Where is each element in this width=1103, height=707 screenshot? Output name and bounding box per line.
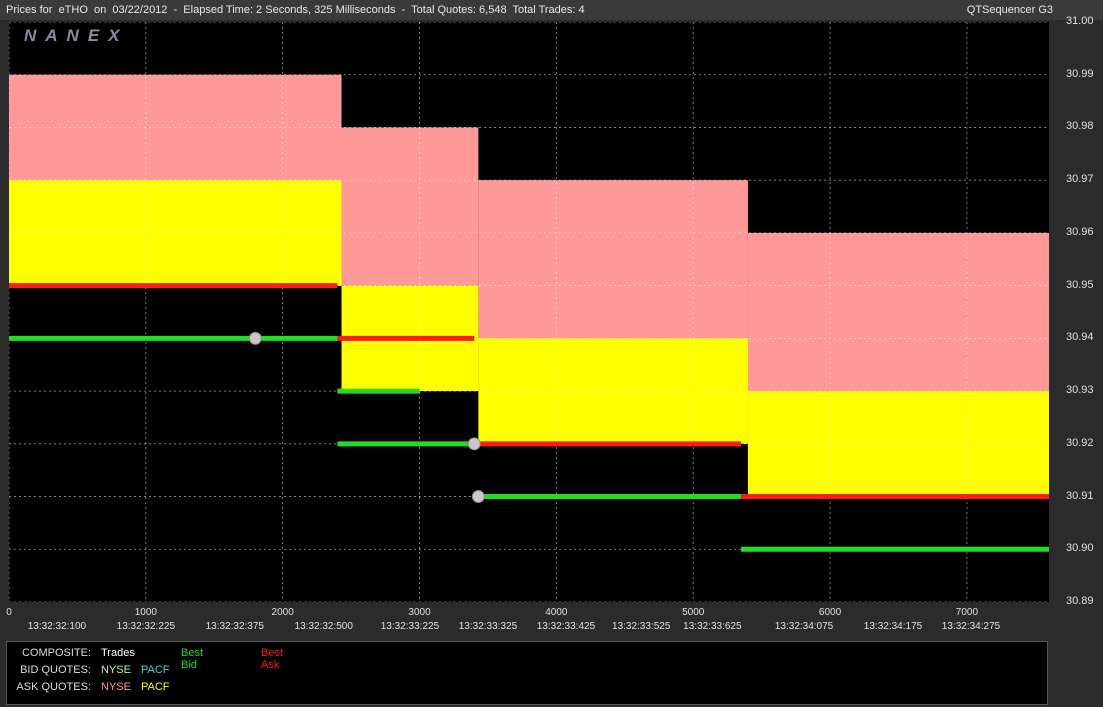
legend-pacf-bid: PACF: [141, 664, 170, 676]
legend-trades: Trades: [101, 647, 135, 659]
time-tick-label: 13:32:32:375: [205, 621, 264, 632]
legend-best-ask: Best Ask: [261, 647, 284, 671]
nanex-logo: NANEX: [24, 26, 129, 45]
legend-pacf-ask: PACF: [141, 681, 170, 693]
time-tick-label: 13:32:33:225: [380, 621, 440, 632]
trade-marker: [248, 331, 262, 345]
title-bar: Prices for eTHO on 03/22/2012 - Elapsed …: [0, 0, 1103, 20]
time-tick-label: 13:32:34:175: [863, 621, 923, 632]
y-tick-label: 30.92: [1066, 436, 1094, 449]
x-tick-label: 7000: [955, 607, 979, 618]
legend-label: BID QUOTES:: [20, 664, 91, 676]
time-tick-label: 13:32:34:275: [941, 621, 1001, 632]
legend-nyse-ask: NYSE: [101, 681, 131, 693]
trade-marker: [467, 437, 481, 451]
time-tick-label: 13:32:33:525: [612, 621, 671, 632]
x-tick-label: 4000: [545, 607, 568, 618]
y-tick-label: 30.91: [1066, 489, 1094, 502]
time-tick-label: 13:32:34:075: [774, 621, 834, 632]
nyse-ask-region: [341, 127, 479, 286]
pacf-ask-region: [478, 338, 748, 444]
x-tick-label: 6000: [818, 607, 842, 618]
y-tick-label: 30.93: [1066, 384, 1094, 397]
x-tick-label: 5000: [682, 607, 705, 618]
app-name: QTSequencer G3: [966, 4, 1053, 16]
x-tick-label: 2000: [271, 607, 294, 618]
y-tick-label: 30.89: [1066, 595, 1094, 607]
y-tick-label: 30.99: [1066, 67, 1094, 80]
time-tick-label: 13:32:33:425: [536, 621, 596, 632]
time-tick-label: 13:32:33:625: [683, 621, 742, 632]
price-chart[interactable]: [9, 22, 1049, 602]
price-axis: 31.00 30.99 30.98 30.97 30.96 30.95 30.94 30.93…: [1052, 15, 1103, 612]
pacf-ask-region: [747, 391, 1049, 497]
y-tick-label: 30.96: [1066, 225, 1094, 238]
legend-label: ASK QUOTES:: [16, 681, 91, 693]
x-tick-label: 1000: [134, 607, 157, 618]
legend-best-bid: Best Bid: [181, 647, 204, 671]
x-tick-label: 0: [6, 607, 12, 618]
legend: COMPOSITE: Trades Best Bid Best Ask BID …: [6, 641, 1048, 705]
y-tick-label: 30.97: [1066, 173, 1094, 186]
time-tick-label: 13:32:32:225: [116, 621, 176, 632]
y-tick-label: 30.98: [1066, 120, 1094, 133]
time-tick-label: 13:32:32:500: [294, 621, 353, 632]
y-tick-label: 30.94: [1066, 331, 1094, 344]
time-axis: 0 1000 2000 3000 4000 5000 6000 7000 13:32:32:10…: [0, 602, 1060, 632]
trade-marker: [471, 490, 485, 504]
chart-title: Prices for eTHO on 03/22/2012 - Elapsed …: [6, 4, 585, 16]
legend-nyse-bid: NYSE: [101, 664, 131, 676]
y-tick-label: 31.00: [1066, 15, 1094, 27]
legend-label: COMPOSITE:: [21, 647, 91, 659]
time-tick-label: 13:32:33:325: [458, 621, 518, 632]
x-tick-label: 3000: [408, 607, 431, 618]
y-tick-label: 30.95: [1066, 278, 1094, 291]
time-tick-label: 13:32:32:100: [27, 621, 87, 632]
y-tick-label: 30.90: [1066, 542, 1094, 555]
plot-area[interactable]: [9, 22, 1049, 602]
